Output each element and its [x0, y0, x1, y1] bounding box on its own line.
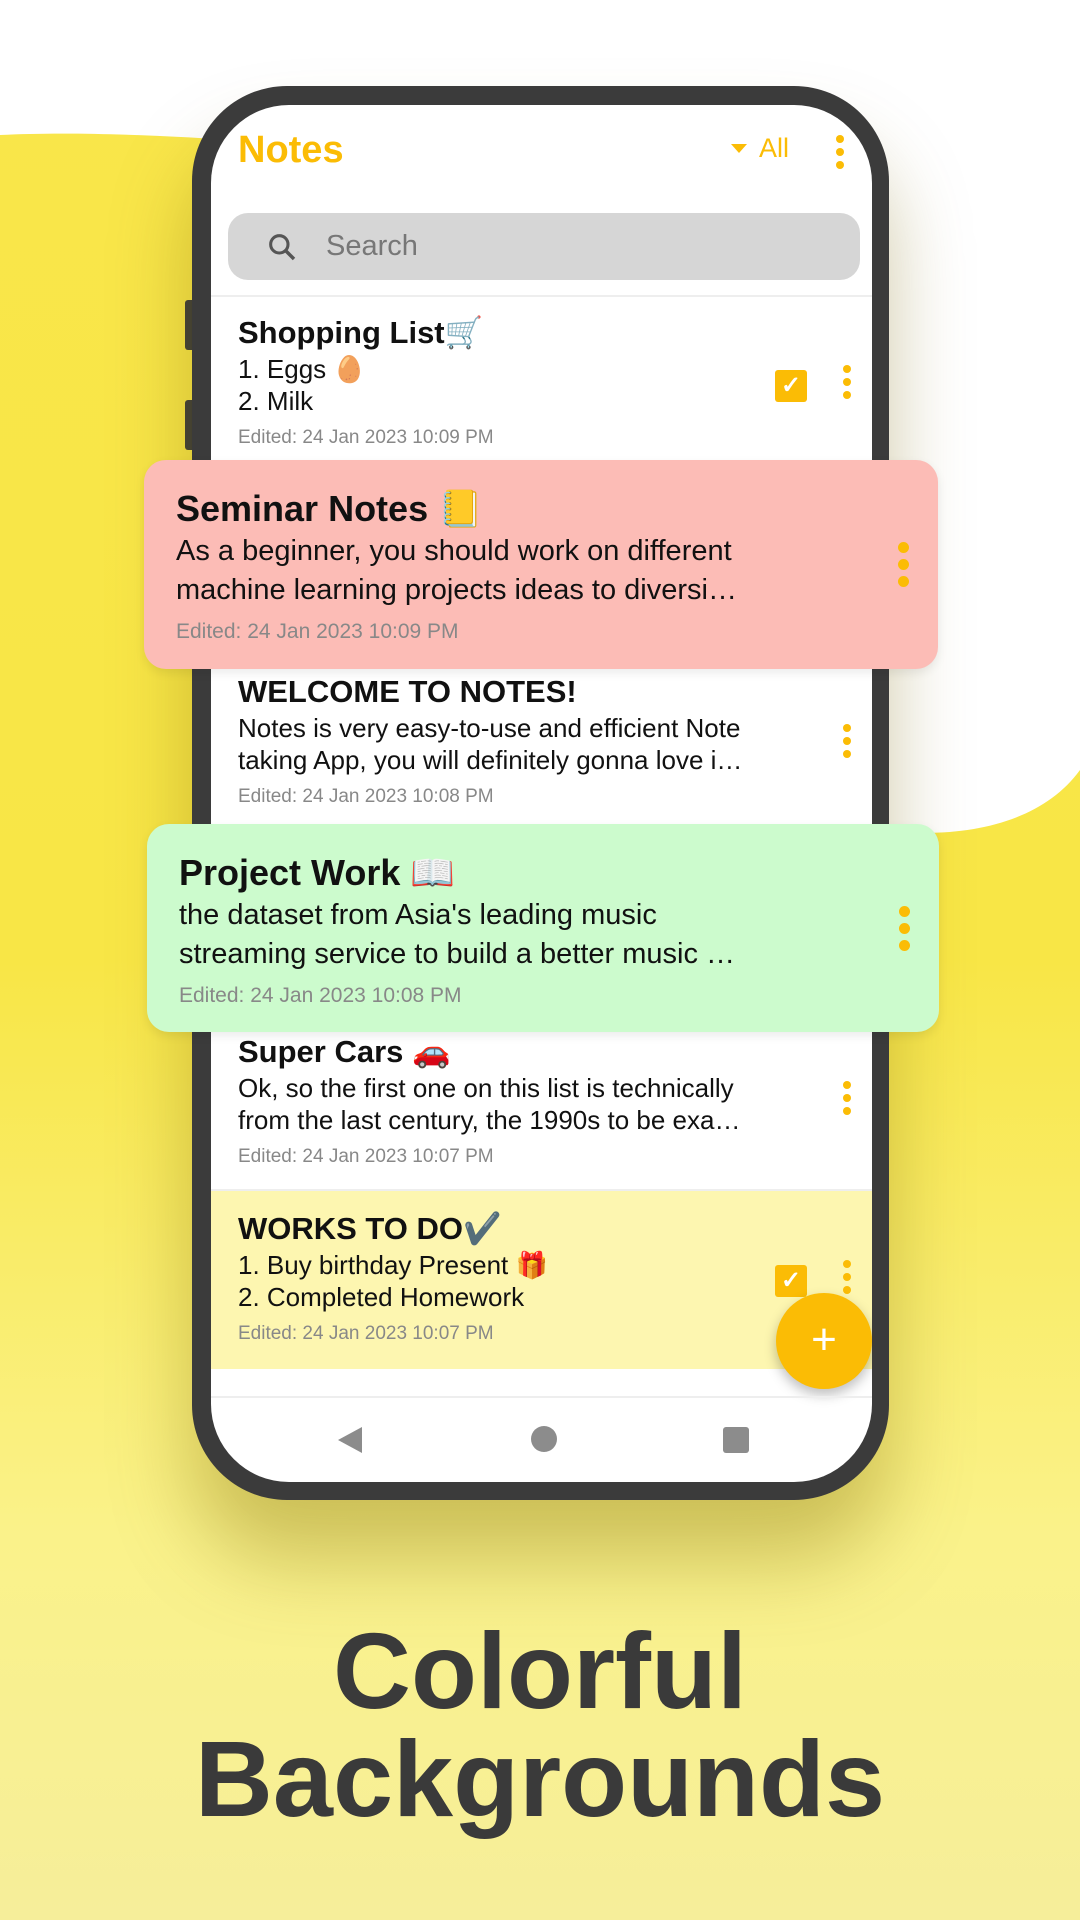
- note-edited: Edited: 24 Jan 2023 10:08 PM: [179, 984, 462, 1007]
- note-menu-icon[interactable]: [843, 365, 851, 399]
- note-edited: Edited: 24 Jan 2023 10:07 PM: [238, 1146, 494, 1167]
- overflow-menu-icon[interactable]: [836, 135, 844, 169]
- note-card-pink[interactable]: Seminar Notes 📒 As a beginner, you shoul…: [144, 460, 938, 669]
- tagline-line-1: Colorful: [333, 1610, 747, 1731]
- note-title: Seminar Notes 📒: [176, 488, 483, 529]
- note-title: WELCOME TO NOTES!: [238, 674, 577, 709]
- home-nav-icon[interactable]: [531, 1426, 557, 1452]
- filter-label: All: [759, 133, 790, 163]
- note-item[interactable]: Shopping List🛒 1. Eggs 🥚 2. Milk Edited:…: [211, 313, 872, 449]
- note-item[interactable]: WELCOME TO NOTES! Notes is very easy-to-…: [211, 672, 872, 808]
- recents-nav-icon[interactable]: [723, 1427, 749, 1453]
- note-menu-icon[interactable]: [843, 724, 851, 758]
- note-line: the dataset from Asia's leading music: [179, 899, 657, 931]
- checkbox-checked[interactable]: ✓: [775, 1265, 807, 1297]
- tagline-line-2: Backgrounds: [194, 1718, 886, 1839]
- search-icon: [269, 233, 296, 260]
- note-edited: Edited: 24 Jan 2023 10:09 PM: [238, 427, 494, 448]
- divider: [211, 295, 872, 297]
- note-card-green[interactable]: Project Work 📖 the dataset from Asia's l…: [147, 824, 939, 1032]
- note-line: taking App, you will definitely gonna lo…: [238, 745, 743, 775]
- add-note-button[interactable]: +: [776, 1293, 872, 1389]
- filter-dropdown[interactable]: All: [731, 133, 789, 164]
- note-menu-icon[interactable]: [843, 1260, 851, 1294]
- note-line: streaming service to build a better musi…: [179, 938, 736, 970]
- note-line: machine learning projects ideas to diver…: [176, 574, 737, 606]
- search-input[interactable]: Search: [228, 213, 860, 280]
- search-placeholder: Search: [326, 230, 418, 262]
- note-item[interactable]: Super Cars 🚗 Ok, so the first one on thi…: [211, 1032, 872, 1168]
- nav-divider: [211, 1396, 872, 1398]
- back-nav-icon[interactable]: [336, 1425, 364, 1455]
- note-line: Ok, so the first one on this list is tec…: [238, 1073, 734, 1103]
- note-title: Super Cars 🚗: [238, 1034, 451, 1069]
- note-title: Shopping List🛒: [238, 315, 484, 350]
- note-edited: Edited: 24 Jan 2023 10:08 PM: [238, 786, 494, 807]
- note-menu-icon[interactable]: [899, 906, 910, 951]
- note-menu-icon[interactable]: [843, 1081, 851, 1115]
- note-title: Project Work 📖: [179, 852, 456, 893]
- note-line: As a beginner, you should work on differ…: [176, 535, 732, 567]
- note-title: WORKS TO DO✔️: [238, 1211, 502, 1246]
- app-screen: Notes All Search Shopping List🛒 1. Eggs …: [211, 105, 872, 1482]
- note-item-yellow[interactable]: WORKS TO DO✔️ 1. Buy birthday Present 🎁 …: [211, 1191, 872, 1369]
- note-edited: Edited: 24 Jan 2023 10:09 PM: [176, 620, 459, 643]
- note-line: Notes is very easy-to-use and efficient …: [238, 713, 741, 743]
- dropdown-arrow-icon: [731, 144, 747, 153]
- app-title: Notes: [238, 129, 344, 171]
- checkbox-checked[interactable]: ✓: [775, 370, 807, 402]
- note-menu-icon[interactable]: [898, 542, 909, 587]
- note-line: from the last century, the 1990s to be e…: [238, 1105, 741, 1135]
